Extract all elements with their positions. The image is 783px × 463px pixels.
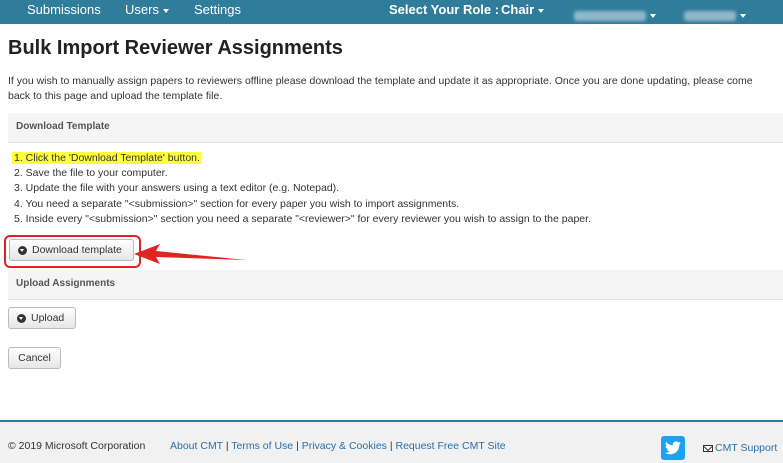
user-dropdown[interactable]	[684, 7, 746, 22]
envelope-icon	[703, 444, 713, 452]
nav-users-label: Users	[125, 2, 159, 17]
role-dropdown[interactable]: Chair	[501, 2, 545, 17]
page-title: Bulk Import Reviewer Assignments	[8, 37, 343, 59]
upload-label: Upload	[31, 312, 65, 324]
conference-dropdown[interactable]	[574, 7, 656, 22]
list-item: 3. Update the file with your answers usi…	[14, 182, 340, 195]
redacted-user-name	[684, 10, 736, 21]
footer-links: About CMT | Terms of Use | Privacy & Coo…	[170, 440, 506, 452]
top-nav-bar: Submissions Users Settings Select Your R…	[0, 0, 783, 24]
highlighted-step: 1. Click the 'Download Template' button.	[12, 152, 202, 164]
nav-submissions[interactable]: Submissions	[27, 2, 101, 17]
upload-button[interactable]: Upload	[8, 307, 76, 329]
list-item: 5. Inside every "<submission>" section y…	[14, 212, 591, 225]
list-item: 1. Click the 'Download Template' button.	[12, 151, 591, 166]
callout-arrow-icon	[134, 244, 246, 264]
privacy-cookies-link[interactable]: Privacy & Cookies	[302, 440, 387, 452]
role-label: Select Your Role :	[389, 2, 500, 17]
chevron-down-icon	[650, 13, 656, 18]
intro-text: If you wish to manually assign papers to…	[8, 75, 753, 102]
list-item: 4. You need a separate "<submission>" se…	[14, 197, 460, 210]
upload-icon	[17, 313, 26, 323]
cmt-support-link[interactable]: CMT Support	[703, 442, 777, 454]
chevron-down-icon	[740, 13, 746, 18]
role-value: Chair	[501, 2, 535, 17]
nav-users[interactable]: Users	[125, 2, 169, 17]
link-separator: |	[293, 440, 302, 452]
request-free-cmt-site-link[interactable]: Request Free CMT Site	[395, 440, 505, 452]
terms-of-use-link[interactable]: Terms of Use	[231, 440, 293, 452]
instruction-list: 1. Click the 'Download Template' button.…	[12, 151, 591, 227]
upload-section-header: Upload Assignments	[8, 270, 783, 300]
callout-highlight-box	[4, 235, 141, 268]
chevron-down-icon	[538, 8, 545, 13]
twitter-icon[interactable]	[661, 436, 685, 460]
list-item: 2. Save the file to your computer.	[14, 167, 168, 180]
chevron-down-icon	[162, 8, 169, 13]
cancel-button[interactable]: Cancel	[8, 347, 61, 369]
nav-settings[interactable]: Settings	[194, 2, 241, 17]
about-cmt-link[interactable]: About CMT	[170, 440, 223, 452]
footer: © 2019 Microsoft Corporation About CMT |…	[0, 422, 783, 463]
redacted-conference-name	[574, 10, 646, 21]
copyright-text: © 2019 Microsoft Corporation	[8, 440, 146, 452]
download-section-header: Download Template	[8, 113, 783, 143]
support-label: CMT Support	[715, 442, 778, 454]
